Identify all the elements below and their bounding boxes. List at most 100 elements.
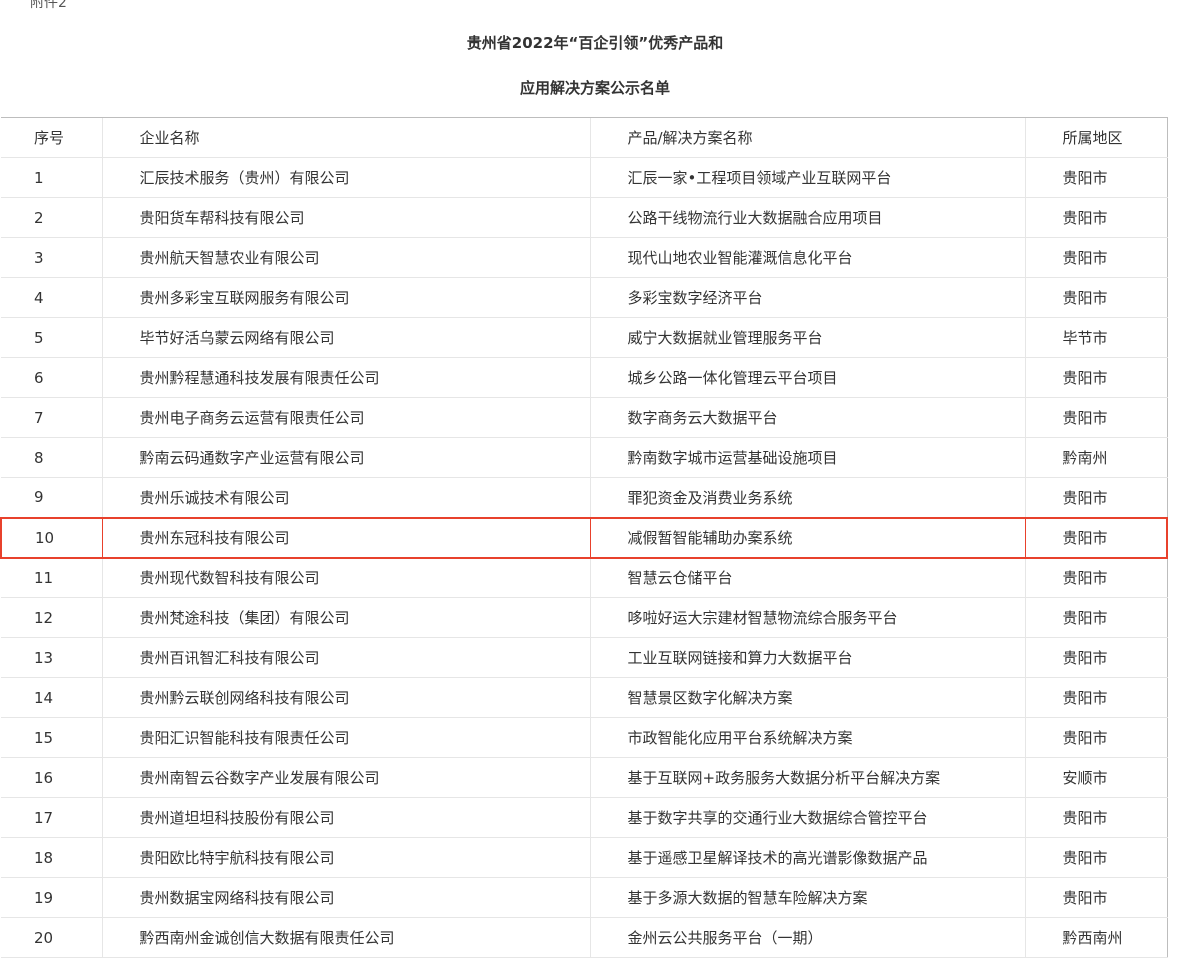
cell-product: 金州云公共服务平台（一期） <box>589 917 1025 958</box>
table-row: 3 贵州航天智慧农业有限公司 现代山地农业智能灌溉信息化平台 贵阳市 <box>1 237 1168 278</box>
cell-product: 市政智能化应用平台系统解决方案 <box>589 717 1025 758</box>
cell-index: 5 <box>1 317 102 358</box>
cell-index: 8 <box>1 437 102 478</box>
cell-region: 贵阳市 <box>1024 157 1168 198</box>
table-row: 14 贵州黔云联创网络科技有限公司 智慧景区数字化解决方案 贵阳市 <box>1 677 1168 718</box>
cell-product: 基于互联网+政务服务大数据分析平台解决方案 <box>589 757 1025 798</box>
cell-index: 11 <box>1 557 102 598</box>
column-header-company: 企业名称 <box>101 117 590 158</box>
cell-region: 贵阳市 <box>1024 877 1168 918</box>
cell-region: 贵阳市 <box>1024 677 1168 718</box>
cell-region: 贵阳市 <box>1024 197 1168 238</box>
cell-index: 7 <box>1 397 102 438</box>
cell-company: 贵州电子商务云运营有限责任公司 <box>101 397 590 438</box>
cell-product: 基于遥感卫星解译技术的高光谱影像数据产品 <box>589 837 1025 878</box>
cell-product: 威宁大数据就业管理服务平台 <box>589 317 1025 358</box>
cell-product: 减假暂智能辅助办案系统 <box>589 516 1025 559</box>
cell-product: 智慧云仓储平台 <box>589 557 1025 598</box>
cell-region: 贵阳市 <box>1024 357 1168 398</box>
cell-company: 毕节好活乌蒙云网络有限公司 <box>101 317 590 358</box>
cell-product: 智慧景区数字化解决方案 <box>589 677 1025 718</box>
cell-index: 2 <box>1 197 102 238</box>
cell-index: 17 <box>1 797 102 838</box>
cell-company: 贵州黔云联创网络科技有限公司 <box>101 677 590 718</box>
attachment-label: 附件2 <box>30 0 67 11</box>
cell-company: 贵州航天智慧农业有限公司 <box>101 237 590 278</box>
cell-region: 贵阳市 <box>1024 797 1168 838</box>
cell-company: 贵州现代数智科技有限公司 <box>101 557 590 598</box>
cell-index: 6 <box>1 357 102 398</box>
table-row: 11 贵州现代数智科技有限公司 智慧云仓储平台 贵阳市 <box>1 557 1168 598</box>
table-row: 17 贵州道坦坦科技股份有限公司 基于数字共享的交通行业大数据综合管控平台 贵阳市 <box>1 797 1168 838</box>
table-row: 16 贵州南智云谷数字产业发展有限公司 基于互联网+政务服务大数据分析平台解决方案安… <box>1 757 1168 798</box>
cell-region: 贵阳市 <box>1024 597 1168 638</box>
cell-product: 哆啦好运大宗建材智慧物流综合服务平台 <box>589 597 1025 638</box>
cell-product: 基于多源大数据的智慧车险解决方案 <box>589 877 1025 918</box>
cell-company: 汇辰技术服务（贵州）有限公司 <box>101 157 590 198</box>
cell-index: 1 <box>1 157 102 198</box>
table-row: 1 汇辰技术服务（贵州）有限公司 汇辰一家•工程项目领域产业互联网平台 贵阳市 <box>1 157 1168 198</box>
cell-product: 汇辰一家•工程项目领域产业互联网平台 <box>589 157 1025 198</box>
cell-region: 贵阳市 <box>1024 557 1168 598</box>
cell-product: 工业互联网链接和算力大数据平台 <box>589 637 1025 678</box>
cell-company: 贵阳货车帮科技有限公司 <box>101 197 590 238</box>
table-row: 4 贵州多彩宝互联网服务有限公司 多彩宝数字经济平台 贵阳市 <box>1 277 1168 318</box>
cell-company: 黔南云码通数字产业运营有限公司 <box>101 437 590 478</box>
cell-region: 贵阳市 <box>1024 717 1168 758</box>
cell-index: 20 <box>1 917 102 958</box>
cell-index: 16 <box>1 757 102 798</box>
cell-index: 3 <box>1 237 102 278</box>
table-row: 5 毕节好活乌蒙云网络有限公司 威宁大数据就业管理服务平台 毕节市 <box>1 317 1168 358</box>
cell-index: 9 <box>1 477 102 518</box>
cell-region: 贵阳市 <box>1024 516 1168 559</box>
cell-product: 黔南数字城市运营基础设施项目 <box>589 437 1025 478</box>
cell-product: 城乡公路一体化管理云平台项目 <box>589 357 1025 398</box>
cell-company: 贵州东冠科技有限公司 <box>101 516 590 559</box>
cell-product: 罪犯资金及消费业务系统 <box>589 477 1025 518</box>
page-title-line2: 应用解决方案公示名单 <box>519 79 670 97</box>
table-row: 2 贵阳货车帮科技有限公司 公路干线物流行业大数据融合应用项目 贵阳市 <box>1 197 1168 238</box>
cell-index: 15 <box>1 717 102 758</box>
cell-region: 贵阳市 <box>1024 637 1168 678</box>
table-row: 19 贵州数据宝网络科技有限公司 基于多源大数据的智慧车险解决方案 贵阳市 <box>1 877 1168 918</box>
table-row: 12 贵州梵途科技（集团）有限公司 哆啦好运大宗建材智慧物流综合服务平台 贵阳市 <box>1 597 1168 638</box>
cell-region: 安顺市 <box>1024 757 1168 798</box>
cell-company: 贵州黔程慧通科技发展有限责任公司 <box>101 357 590 398</box>
cell-company: 贵州数据宝网络科技有限公司 <box>101 877 590 918</box>
cell-company: 贵州南智云谷数字产业发展有限公司 <box>101 757 590 798</box>
cell-company: 贵州多彩宝互联网服务有限公司 <box>101 277 590 318</box>
cell-company: 贵州百讯智汇科技有限公司 <box>101 637 590 678</box>
table-row: 9 贵州乐诚技术有限公司 罪犯资金及消费业务系统 贵阳市 <box>1 477 1168 518</box>
table-row: 6 贵州黔程慧通科技发展有限责任公司 城乡公路一体化管理云平台项目 贵阳市 <box>1 357 1168 398</box>
page-title-line1: 贵州省2022年“百企引领”优秀产品和 <box>466 34 724 52</box>
cell-company: 贵州乐诚技术有限公司 <box>101 477 590 518</box>
column-header-product: 产品/解决方案名称 <box>589 117 1025 158</box>
cell-region: 黔南州 <box>1024 437 1168 478</box>
cell-region: 贵阳市 <box>1024 237 1168 278</box>
table-header-row: 序号 企业名称 产品/解决方案名称 所属地区 <box>1 117 1168 158</box>
cell-company: 贵阳欧比特宇航科技有限公司 <box>101 837 590 878</box>
cell-index: 10 <box>0 516 102 559</box>
cell-index: 13 <box>1 637 102 678</box>
table-row: 7 贵州电子商务云运营有限责任公司 数字商务云大数据平台 贵阳市 <box>1 397 1168 438</box>
cell-region: 贵阳市 <box>1024 277 1168 318</box>
cell-region: 贵阳市 <box>1024 837 1168 878</box>
cell-product: 公路干线物流行业大数据融合应用项目 <box>589 197 1025 238</box>
cell-company: 黔西南州金诚创信大数据有限责任公司 <box>101 917 590 958</box>
cell-product: 基于数字共享的交通行业大数据综合管控平台 <box>589 797 1025 838</box>
cell-company: 贵阳汇识智能科技有限责任公司 <box>101 717 590 758</box>
table-row-highlighted: 10 贵州东冠科技有限公司 减假暂智能辅助办案系统 贵阳市 <box>0 516 1168 559</box>
table-row: 15 贵阳汇识智能科技有限责任公司 市政智能化应用平台系统解决方案 贵阳市 <box>1 717 1168 758</box>
cell-company: 贵州道坦坦科技股份有限公司 <box>101 797 590 838</box>
column-header-index: 序号 <box>1 117 102 158</box>
cell-index: 14 <box>1 677 102 718</box>
cell-region: 黔西南州 <box>1024 917 1168 958</box>
cell-index: 4 <box>1 277 102 318</box>
table-row: 8 黔南云码通数字产业运营有限公司 黔南数字城市运营基础设施项目 黔南州 <box>1 437 1168 478</box>
table-row: 20 黔西南州金诚创信大数据有限责任公司 金州云公共服务平台（一期） 黔西南州 <box>1 917 1168 958</box>
cell-region: 贵阳市 <box>1024 477 1168 518</box>
cell-index: 12 <box>1 597 102 638</box>
cell-index: 19 <box>1 877 102 918</box>
cell-product: 现代山地农业智能灌溉信息化平台 <box>589 237 1025 278</box>
table-row: 13 贵州百讯智汇科技有限公司 工业互联网链接和算力大数据平台 贵阳市 <box>1 637 1168 678</box>
